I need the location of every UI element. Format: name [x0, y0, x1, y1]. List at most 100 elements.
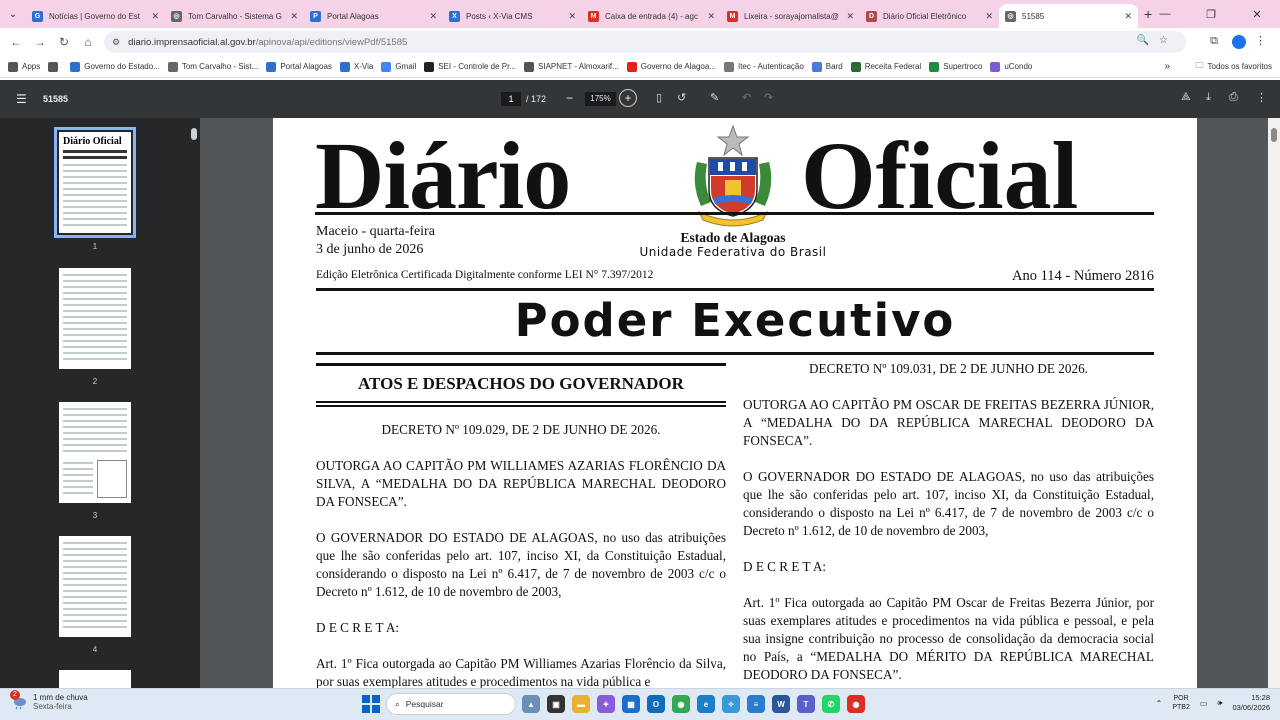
sidebar-scrollbar[interactable]: [191, 120, 197, 686]
save-drive-icon[interactable]: ⟁: [1181, 91, 1191, 104]
bookmark-item[interactable]: Gmail: [381, 61, 416, 72]
page-thumbnail-4[interactable]: [59, 536, 131, 637]
copilot-icon[interactable]: ✦: [597, 695, 615, 713]
bookmark-item[interactable]: X-Via: [339, 61, 374, 72]
bookmark-item[interactable]: Portal Alagoas: [266, 61, 332, 72]
page-thumbnail-2[interactable]: [59, 268, 131, 369]
edge-icon[interactable]: e: [697, 695, 715, 713]
whatsapp-icon[interactable]: ✆: [822, 695, 840, 713]
taskbar-search[interactable]: ⌕ Pesquisar: [386, 693, 516, 715]
chrome-icon[interactable]: ◉: [672, 695, 690, 713]
bookmark-icon: [8, 61, 18, 72]
left-column: ATOS E DESPACHOS DO GOVERNADOR DECRETO N…: [316, 363, 726, 688]
divider-line: [316, 288, 1154, 291]
close-tab-icon[interactable]: ✕: [846, 11, 854, 22]
close-tab-icon[interactable]: ✕: [290, 11, 298, 22]
tab-1[interactable]: G Notícias | Governo do Est ✕: [26, 4, 165, 28]
chrome-profile-icon[interactable]: ◉: [847, 695, 865, 713]
annotate-icon[interactable]: ✎: [710, 91, 719, 104]
close-tab-icon[interactable]: ✕: [568, 11, 576, 22]
tab-8[interactable]: ◎ 51585 ✕: [999, 4, 1138, 28]
url-bar[interactable]: ⚙ diario.imprensaoficial.al.gov.br/apino…: [104, 31, 1186, 53]
close-tab-icon[interactable]: ✕: [1124, 11, 1132, 22]
tab-6[interactable]: M Lixeira - sorayajornalista@ ✕: [721, 4, 860, 28]
bookmark-item[interactable]: Governo de Alagoa...: [626, 61, 716, 72]
bookmark-label: X-Via: [353, 62, 374, 71]
language-indicator[interactable]: POR PTB2: [1172, 694, 1190, 712]
outlook-icon[interactable]: O: [647, 695, 665, 713]
bookmarks-overflow-button[interactable]: »: [1164, 61, 1170, 72]
bookmark-item[interactable]: Itec - Autenticação: [723, 61, 804, 72]
bookmark-item[interactable]: SEI - Controle de Pr...: [424, 61, 516, 72]
site-info-icon[interactable]: ⚙: [112, 37, 120, 48]
bookmark-item[interactable]: Governo do Estado...: [70, 61, 160, 72]
copilot-app-icon[interactable]: ✧: [722, 695, 740, 713]
close-tab-icon[interactable]: ✕: [151, 11, 159, 22]
bookmark-icon: [524, 61, 535, 72]
pdf-menu-icon[interactable]: ☰: [16, 92, 27, 106]
tab-4[interactable]: X Posts ‹ X-Via CMS ✕: [443, 4, 582, 28]
extensions-icon[interactable]: ⧉: [1210, 35, 1218, 48]
zoom-in-button[interactable]: +: [619, 89, 637, 107]
rotate-icon[interactable]: ↺: [677, 91, 686, 104]
download-icon[interactable]: ⤓: [1206, 91, 1211, 104]
page-thumbnail-5[interactable]: [59, 670, 131, 690]
system-clock[interactable]: 15:28 03/06/2026: [1232, 693, 1270, 713]
back-button[interactable]: ←: [4, 35, 28, 49]
bookmark-item[interactable]: Receita Federal: [850, 61, 921, 72]
more-options-icon[interactable]: ⋮: [1256, 91, 1267, 104]
tab-2[interactable]: ◎ Tom Carvalho - Sistema G ✕: [165, 4, 304, 28]
landscape-icon[interactable]: ▲: [522, 695, 540, 713]
undo-icon[interactable]: ↶: [742, 91, 751, 104]
bookmark-star-icon[interactable]: ☆: [1159, 35, 1178, 46]
bookmark-item[interactable]: Apps: [8, 61, 40, 72]
print-icon[interactable]: ⎙: [1229, 91, 1238, 104]
cms-icon: X: [449, 10, 460, 22]
fit-page-icon[interactable]: ▯: [656, 91, 662, 104]
notepad-icon[interactable]: ≡: [747, 695, 765, 713]
tab-5[interactable]: M Caixa de entrada (4) - agc ✕: [582, 4, 721, 28]
page-number-input[interactable]: 1: [501, 92, 521, 106]
all-bookmarks-button[interactable]: 🗀 Todos os favoritos: [1196, 60, 1272, 74]
tab-7[interactable]: D Diário Oficial Eletrônico ✕: [860, 4, 999, 28]
restore-button[interactable]: ❐: [1188, 8, 1234, 21]
task-view-icon[interactable]: ▣: [547, 695, 565, 713]
page-thumbnail-1[interactable]: Diário Oficial: [54, 127, 136, 238]
minimize-button[interactable]: —: [1142, 8, 1188, 20]
page-thumbnail-3[interactable]: [59, 402, 131, 503]
thumbnail-label: 3: [92, 511, 98, 520]
redo-icon[interactable]: ↷: [764, 91, 773, 104]
weather-widget[interactable]: 2 1 mm de chuva Sexta-feira: [10, 690, 88, 711]
close-window-button[interactable]: ✕: [1234, 8, 1280, 21]
store-icon[interactable]: ▦: [622, 695, 640, 713]
volume-icon[interactable]: 🕪: [1217, 698, 1222, 708]
profile-avatar[interactable]: [1232, 35, 1246, 49]
close-tab-icon[interactable]: ✕: [707, 11, 715, 22]
close-tab-icon[interactable]: ✕: [429, 11, 437, 22]
browser-menu-icon[interactable]: ⋮: [1255, 34, 1266, 47]
zoom-out-button[interactable]: −: [566, 91, 573, 105]
bookmark-item[interactable]: Tom Carvalho - Sist...: [167, 61, 258, 72]
network-icon[interactable]: ▭: [1200, 699, 1208, 708]
windows-start-icon[interactable]: [362, 695, 380, 713]
tab-3[interactable]: P Portal Alagoas ✕: [304, 4, 443, 28]
tray-overflow-icon[interactable]: ⌃: [1156, 699, 1163, 708]
bookmark-item[interactable]: uCondo: [990, 61, 1032, 72]
zoom-level-input[interactable]: 175%: [585, 92, 616, 106]
viewer-scrollbar[interactable]: [1268, 118, 1280, 688]
bookmark-item[interactable]: [48, 61, 62, 72]
close-tab-icon[interactable]: ✕: [985, 11, 993, 22]
tab-title: Diário Oficial Eletrônico: [883, 11, 967, 21]
file-explorer-icon[interactable]: ▬: [572, 695, 590, 713]
tab-title: Notícias | Governo do Est: [49, 11, 141, 21]
bookmark-item[interactable]: Bard: [811, 61, 843, 72]
zoom-icon[interactable]: 🔍: [1137, 35, 1159, 46]
forward-button[interactable]: →: [28, 35, 52, 49]
teams-icon[interactable]: T: [797, 695, 815, 713]
reload-button[interactable]: ↻: [52, 35, 76, 49]
bookmark-item[interactable]: SIAPNET - Almoxarif...: [524, 61, 619, 72]
word-icon[interactable]: W: [772, 695, 790, 713]
bookmark-item[interactable]: Supertroco: [929, 61, 982, 72]
tab-search-button[interactable]: ⌄: [0, 0, 26, 28]
home-button[interactable]: ⌂: [76, 35, 100, 49]
